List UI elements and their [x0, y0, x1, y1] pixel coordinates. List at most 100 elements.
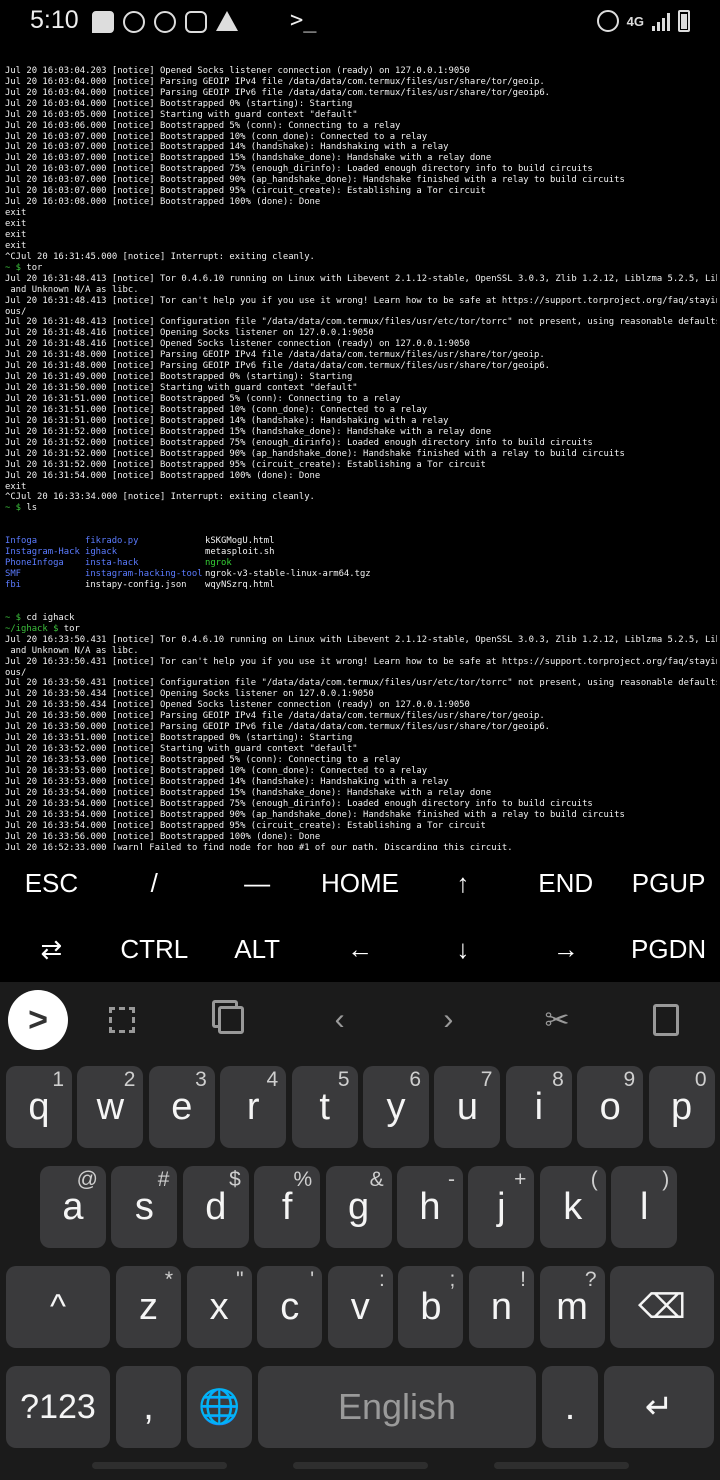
key-l[interactable]: ) l [611, 1166, 678, 1248]
esc-key[interactable]: ESC [0, 850, 103, 916]
key-o[interactable]: 9o [577, 1066, 644, 1148]
key-t-hint: 5 [337, 1068, 350, 1091]
tab-key[interactable]: ⇄ [0, 916, 103, 982]
key-x[interactable]: " x [186, 1266, 252, 1348]
terminal-line: Jul 20 16:31:48.000 [notice] Parsing GEO… [5, 350, 545, 361]
home-key[interactable]: HOME [309, 850, 412, 916]
key-u-hint: 7 [480, 1068, 493, 1091]
terminal-line: Jul 20 16:03:07.000 [notice] Bootstrappe… [5, 186, 486, 197]
enter-key[interactable]: ↵ [604, 1366, 714, 1448]
terminal-line: Jul 20 16:33:54.000 [notice] Bootstrappe… [5, 809, 625, 820]
shift-key[interactable]: ^ [6, 1266, 110, 1348]
ls-entry: fbi [5, 580, 22, 590]
key-x-hint: " [236, 1268, 244, 1291]
key-y[interactable]: 6y [363, 1066, 429, 1148]
ls-entry: fikrado.py [85, 536, 139, 547]
key-j[interactable]: + j [468, 1166, 535, 1248]
key-d[interactable]: $ d [182, 1166, 249, 1248]
key-f-label: f [281, 1185, 293, 1228]
ctrl-key[interactable]: CTRL [103, 916, 206, 982]
key-o-hint: 9 [623, 1068, 636, 1091]
period-key-label: . [564, 1385, 576, 1428]
terminal-line: Jul 20 16:31:52.000 [notice] Bootstrappe… [5, 426, 492, 437]
language-globe-icon[interactable]: 🌐 [187, 1366, 252, 1448]
key-r-hint: 4 [266, 1068, 279, 1091]
terminal-line: Jul 20 16:31:51.000 [notice] Bootstrappe… [5, 404, 428, 415]
terminal-line: Jul 20 16:33:52.000 [notice] Starting wi… [5, 744, 358, 755]
key-k[interactable]: (k [539, 1166, 606, 1248]
key-l-hint: ) [662, 1168, 670, 1191]
key-r[interactable]: 4r [220, 1066, 287, 1148]
symbols-key[interactable]: ?123 [6, 1366, 110, 1448]
slash-key[interactable]: / [103, 850, 206, 916]
key-a[interactable]: @ a [40, 1166, 106, 1248]
terminal-line: Jul 20 16:03:04.000 [notice] Parsing GEO… [5, 76, 545, 87]
up-arrow-key[interactable]: ↑ [411, 850, 514, 916]
alt-key[interactable]: ALT [206, 916, 309, 982]
key-c-hint: ' [310, 1268, 315, 1291]
select-all-icon[interactable] [68, 1007, 177, 1033]
ls-entry: ngrok [205, 558, 232, 569]
key-p[interactable]: 0p [648, 1066, 715, 1148]
end-key[interactable]: END [514, 850, 617, 916]
right-arrow-key[interactable]: → [514, 916, 617, 982]
terminal-line: Jul 20 16:31:51.000 [notice] Bootstrappe… [5, 415, 449, 426]
key-q[interactable]: 1q [6, 1066, 72, 1148]
terminal-line: Jul 20 16:03:07.000 [notice] Bootstrappe… [5, 142, 449, 153]
comma-key[interactable]: , [116, 1366, 181, 1448]
terminal-output[interactable]: Jul 20 16:03:04.203 [notice] Opened Sock… [5, 44, 717, 850]
key-n[interactable]: ! n [469, 1266, 534, 1348]
key-p-label: p [671, 1085, 693, 1128]
clipboard-icon[interactable] [611, 1004, 720, 1036]
pgup-key[interactable]: PGUP [617, 850, 720, 916]
key-g[interactable]: & g [325, 1166, 392, 1248]
terminal-line: Jul 20 16:03:05.000 [notice] Starting wi… [5, 109, 358, 120]
key-b[interactable]: ; b [398, 1266, 464, 1348]
key-d-hint: $ [229, 1168, 241, 1191]
key-z[interactable]: * z [116, 1266, 181, 1348]
key-e[interactable]: 3e [148, 1066, 215, 1148]
terminal-line: ^CJul 20 16:31:45.000 [notice] Interrupt… [5, 251, 315, 262]
nav-recents-handle[interactable] [494, 1462, 629, 1469]
cursor-right-button[interactable]: › [394, 1003, 503, 1037]
cursor-left-button[interactable]: ‹ [285, 1003, 394, 1037]
nav-home-handle[interactable] [293, 1462, 428, 1469]
key-w[interactable]: 2w [77, 1066, 144, 1148]
key-v[interactable]: :v [327, 1266, 393, 1348]
key-g-label: g [348, 1185, 370, 1228]
key-r-label: r [246, 1085, 260, 1128]
instagram-icon [185, 11, 207, 33]
key-u[interactable]: 7u [434, 1066, 501, 1148]
copy-icon[interactable] [177, 1006, 286, 1034]
cut-icon[interactable]: ✂ [503, 1003, 612, 1038]
expand-toolbar-button[interactable]: > [8, 990, 68, 1050]
key-z-hint: * [164, 1268, 173, 1291]
pgdn-key[interactable]: PGDN [617, 916, 720, 982]
key-i[interactable]: 8i [505, 1066, 572, 1148]
ls-row: Instagram-Hack ighack metasploit.sh [5, 547, 717, 558]
key-t[interactable]: 5t [291, 1066, 358, 1148]
terminal-line: Jul 20 16:03:07.000 [notice] Bootstrappe… [5, 153, 492, 164]
nav-back-handle[interactable] [92, 1462, 227, 1469]
left-arrow-key[interactable]: ← [309, 916, 412, 982]
terminal-line: ^CJul 20 16:33:34.000 [notice] Interrupt… [5, 492, 315, 503]
terminal-line: Jul 20 16:52:33.000 [warn] Failed to fin… [5, 842, 513, 850]
terminal-line: Jul 20 16:33:53.000 [notice] Bootstrappe… [5, 765, 428, 776]
terminal-line: exit [5, 240, 27, 251]
key-c[interactable]: ' c [257, 1266, 323, 1348]
down-arrow-key[interactable]: ↓ [411, 916, 514, 982]
space-bar[interactable]: English [258, 1366, 536, 1448]
key-f[interactable]: % f [254, 1166, 321, 1248]
key-h[interactable]: -h [397, 1166, 463, 1248]
key-s[interactable]: # s [111, 1166, 178, 1248]
key-b-hint: ; [449, 1268, 456, 1291]
backspace-key[interactable]: ⌫ [610, 1266, 714, 1348]
terminal-line: Jul 20 16:33:50.431 [notice] Tor 0.4.6.1… [5, 634, 717, 645]
clock: 5:10 [30, 6, 79, 34]
key-n-label: n [490, 1285, 513, 1328]
dash-key[interactable]: — [206, 850, 309, 916]
terminal-line: Jul 20 16:33:50.431 [notice] Tor can't h… [5, 656, 717, 667]
terminal-line: and Unknown N/A as libc. [5, 284, 139, 295]
period-key[interactable]: . [542, 1366, 598, 1448]
key-m[interactable]: ? m [539, 1266, 605, 1348]
